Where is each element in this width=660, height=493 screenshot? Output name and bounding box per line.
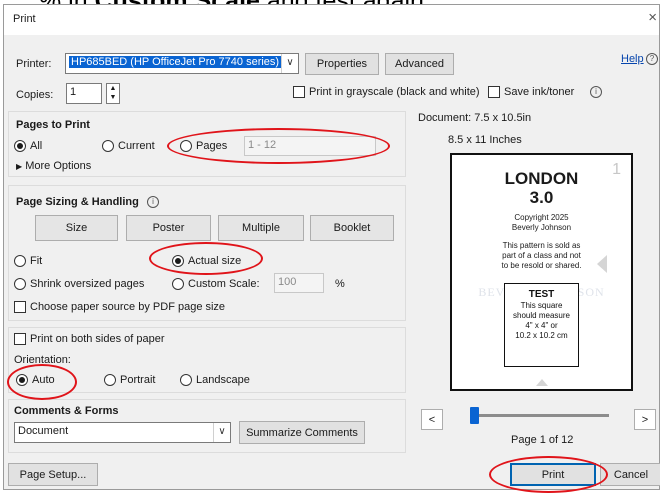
paper-source-label: Choose paper source by PDF page size xyxy=(30,301,226,313)
info-icon[interactable]: i xyxy=(590,86,602,98)
triangle-right-icon: ▶ xyxy=(16,162,23,171)
pages-range-input[interactable]: 1 - 12 xyxy=(244,136,376,156)
pages-current-radio[interactable] xyxy=(102,140,114,152)
size-button[interactable]: Size xyxy=(35,215,118,241)
preview-notice-line1: This pattern is sold as xyxy=(502,241,581,250)
page-setup-button[interactable]: Page Setup... xyxy=(8,463,98,486)
poster-button[interactable]: Poster xyxy=(126,215,211,241)
more-options-label: More Options xyxy=(25,160,92,172)
duplex-checkbox[interactable] xyxy=(14,333,26,345)
multiple-button[interactable]: Multiple xyxy=(218,215,304,241)
page-slider-thumb[interactable] xyxy=(470,407,479,424)
copies-label: Copies: xyxy=(16,89,54,101)
document-size: Document: 7.5 x 10.5in xyxy=(418,112,532,124)
chevron-down-icon: ∨ xyxy=(213,423,230,442)
orientation-landscape-label: Landscape xyxy=(196,374,250,386)
percent-label: % xyxy=(335,278,345,290)
save-ink-checkbox[interactable] xyxy=(488,86,500,98)
summarize-comments-button[interactable]: Summarize Comments xyxy=(239,421,365,444)
grayscale-checkbox[interactable] xyxy=(293,86,305,98)
title-bar: Print × xyxy=(4,5,659,35)
preview-title-line2: 3.0 xyxy=(529,188,554,207)
actual-size-label: Actual size xyxy=(188,255,242,267)
window-title: Print xyxy=(13,13,36,25)
save-ink-label: Save ink/toner xyxy=(504,86,575,98)
preview-notice-line2: part of a class and not xyxy=(502,251,581,260)
cancel-button[interactable]: Cancel xyxy=(600,463,660,486)
booklet-button[interactable]: Booklet xyxy=(310,215,394,241)
printer-select[interactable]: HP685BED (HP OfficeJet Pro 7740 series) … xyxy=(65,53,299,74)
test-square: TEST This square should measure 4" x 4" … xyxy=(504,283,579,367)
fit-radio[interactable] xyxy=(14,255,26,267)
previous-page-button[interactable]: < xyxy=(421,409,443,430)
test-heading: TEST xyxy=(528,289,555,300)
page-slider-track[interactable] xyxy=(470,414,609,417)
orientation-auto-label: Auto xyxy=(32,374,55,386)
more-options-toggle[interactable]: ▶ More Options xyxy=(16,160,91,172)
next-page-button[interactable]: > xyxy=(634,409,656,430)
preview-copyright-line2: Beverly Johnson xyxy=(511,223,572,232)
pages-all-radio[interactable] xyxy=(14,140,26,152)
properties-button[interactable]: Properties xyxy=(305,53,379,75)
orientation-landscape-radio[interactable] xyxy=(180,374,192,386)
shrink-radio[interactable] xyxy=(14,278,26,290)
actual-size-radio[interactable] xyxy=(172,255,184,267)
print-preview: 1 BEVERLY JOHNSON LONDON 3.0 Copyright 2… xyxy=(450,153,633,391)
chevron-down-icon: ∨ xyxy=(281,54,298,73)
paper-size: 8.5 x 11 Inches xyxy=(448,134,522,146)
pages-all-label: All xyxy=(30,140,43,152)
test-line4: 10.2 x 10.2 cm xyxy=(515,331,568,340)
help-icon[interactable]: ? xyxy=(646,53,658,65)
sizing-info-icon[interactable]: i xyxy=(147,196,159,208)
preview-copyright: Copyright 2025 Beverly Johnson xyxy=(452,213,631,233)
advanced-button[interactable]: Advanced xyxy=(385,53,454,75)
page-sizing-heading: Page Sizing & Handling xyxy=(16,196,139,208)
copies-input[interactable]: 1 xyxy=(66,83,102,104)
printer-label: Printer: xyxy=(16,58,52,70)
comments-forms-select[interactable]: Document ∨ xyxy=(14,422,231,443)
close-icon[interactable]: × xyxy=(648,9,657,26)
preview-notice: This pattern is sold as part of a class … xyxy=(452,241,631,271)
test-line1: This square xyxy=(520,301,563,310)
preview-title-line1: LONDON xyxy=(504,169,579,188)
fit-label: Fit xyxy=(30,255,43,267)
page-indicator: Page 1 of 12 xyxy=(511,434,574,446)
preview-bottom-mark xyxy=(536,379,548,386)
orientation-portrait-radio[interactable] xyxy=(104,374,116,386)
preview-title: LONDON 3.0 xyxy=(452,169,631,207)
comments-forms-heading: Comments & Forms xyxy=(14,405,119,417)
print-button[interactable]: Print xyxy=(510,463,596,486)
duplex-label: Print on both sides of paper xyxy=(30,333,165,345)
grayscale-label: Print in grayscale (black and white) xyxy=(309,86,480,98)
test-text: This square should measure 4" x 4" or 10… xyxy=(505,301,578,341)
comments-forms-value: Document xyxy=(18,425,69,437)
custom-scale-radio[interactable] xyxy=(172,278,184,290)
pages-to-print-heading: Pages to Print xyxy=(16,119,90,131)
pages-current-label: Current xyxy=(118,140,155,152)
orientation-portrait-label: Portrait xyxy=(120,374,156,386)
custom-scale-label: Custom Scale: xyxy=(188,278,260,290)
help-link[interactable]: Help xyxy=(621,53,644,65)
pages-range-label: Pages xyxy=(196,140,228,152)
print-dialog: Print × Printer: HP685BED (HP OfficeJet … xyxy=(3,4,660,493)
preview-notice-line3: to be resold or shared. xyxy=(501,261,582,270)
test-line3: 4" x 4" or xyxy=(525,321,558,330)
preview-copyright-line1: Copyright 2025 xyxy=(514,213,569,222)
orientation-auto-radio[interactable] xyxy=(16,374,28,386)
pages-range-radio[interactable] xyxy=(180,140,192,152)
copies-spinner[interactable]: ▲ ▼ xyxy=(106,83,120,104)
printer-value: HP685BED (HP OfficeJet Pro 7740 series) xyxy=(69,56,282,68)
test-line2: should measure xyxy=(513,311,570,320)
custom-scale-input[interactable]: 100 xyxy=(274,273,324,293)
shrink-label: Shrink oversized pages xyxy=(30,278,145,290)
orientation-heading: Orientation: xyxy=(14,354,71,366)
paper-source-checkbox[interactable] xyxy=(14,301,26,313)
